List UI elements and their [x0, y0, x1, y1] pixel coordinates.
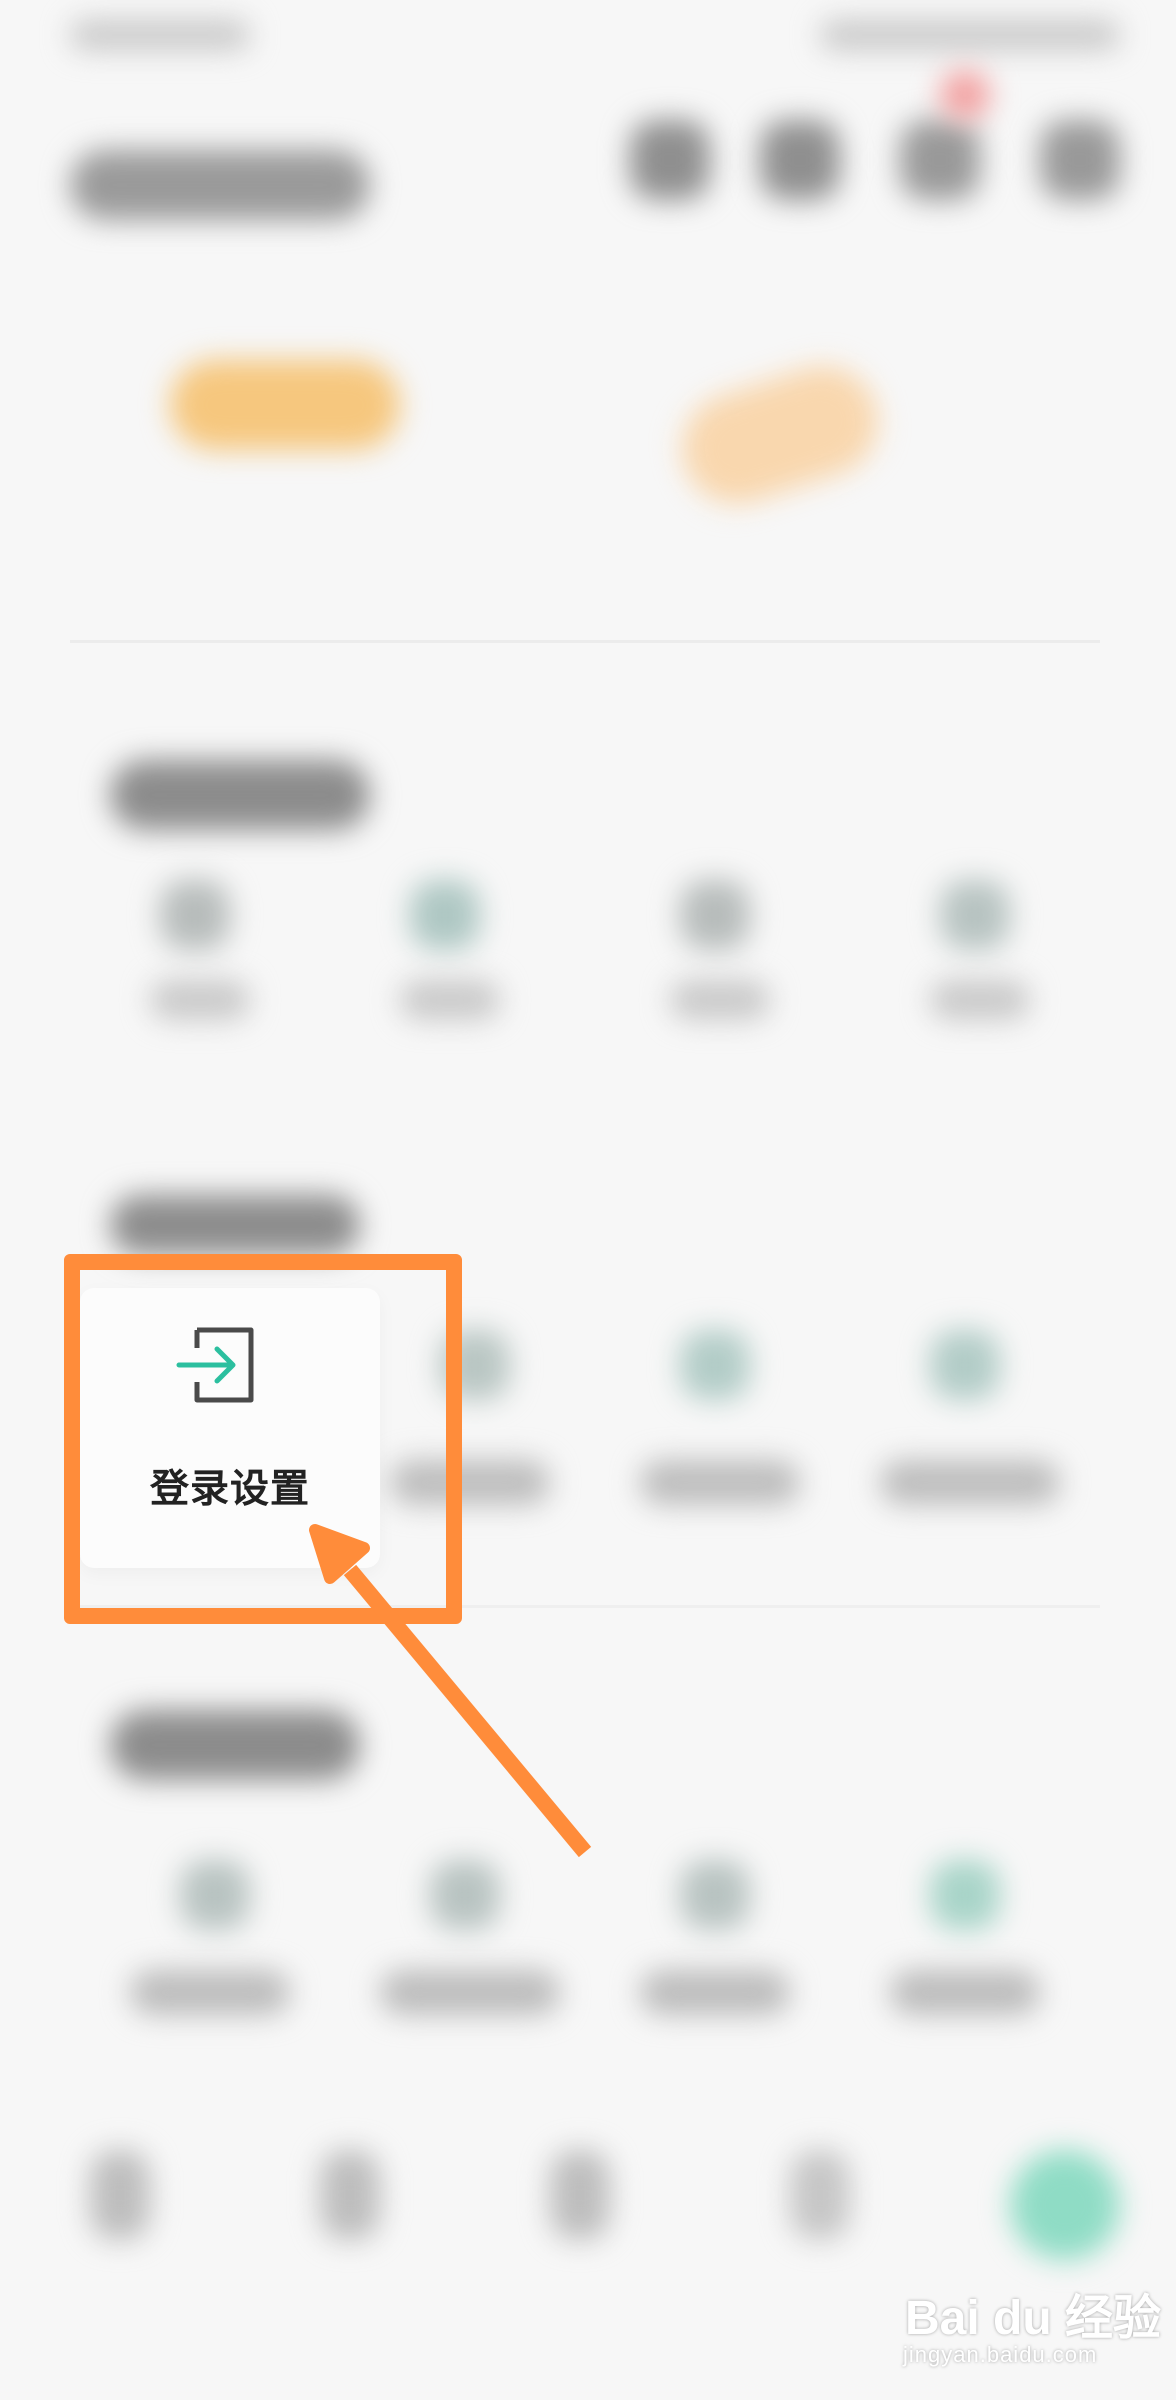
bottom-nav-icon[interactable] — [790, 2150, 850, 2240]
grid-label-blob — [890, 1970, 1040, 2015]
grid-label-blob — [380, 1970, 560, 2015]
bottom-nav-icon[interactable] — [320, 2150, 380, 2240]
bottom-nav-icon[interactable] — [550, 2150, 610, 2240]
status-bar-blob — [820, 20, 1120, 50]
grid-icon[interactable] — [930, 1330, 1000, 1400]
profile-name-blob[interactable] — [70, 150, 370, 220]
bottom-nav-icon[interactable] — [90, 2150, 150, 2240]
grid-icon[interactable] — [180, 1860, 250, 1930]
header-icon[interactable] — [760, 120, 840, 200]
section-title-blob — [110, 1195, 360, 1255]
grid-icon[interactable] — [430, 1860, 500, 1930]
grid-icon[interactable] — [410, 880, 480, 950]
promo-pill[interactable] — [170, 360, 400, 450]
section-title-blob — [110, 760, 370, 830]
grid-label-blob — [640, 1970, 790, 2015]
grid-icon[interactable] — [680, 1860, 750, 1930]
grid-label-blob — [400, 980, 500, 1020]
divider — [70, 640, 1100, 643]
watermark-url: jingyan.baidu.com — [903, 2342, 1098, 2367]
header-icon[interactable] — [1040, 120, 1120, 200]
promo-pill[interactable] — [667, 351, 893, 519]
highlight-box — [64, 1254, 462, 1624]
grid-icon[interactable] — [680, 1330, 750, 1400]
notification-dot — [940, 70, 990, 120]
grid-label-blob — [880, 1460, 1060, 1505]
grid-label-blob — [130, 1970, 290, 2015]
grid-label-blob — [930, 980, 1030, 1020]
header-icon[interactable] — [900, 120, 980, 200]
baidu-jingyan-watermark: Bai du 经验 jingyan.baidu.com — [895, 2270, 1165, 2380]
grid-icon[interactable] — [160, 880, 230, 950]
section-title-blob — [110, 1710, 360, 1780]
watermark-brand: Bai du 经验 — [905, 2292, 1162, 2345]
grid-label-blob — [150, 980, 250, 1020]
grid-label-blob — [670, 980, 770, 1020]
grid-icon[interactable] — [680, 880, 750, 950]
grid-label-blob — [640, 1460, 800, 1505]
grid-icon[interactable] — [930, 1860, 1000, 1930]
floating-action-button[interactable] — [1010, 2150, 1120, 2260]
status-bar-blob — [70, 20, 250, 50]
grid-icon[interactable] — [940, 880, 1010, 950]
header-icon[interactable] — [630, 120, 710, 200]
